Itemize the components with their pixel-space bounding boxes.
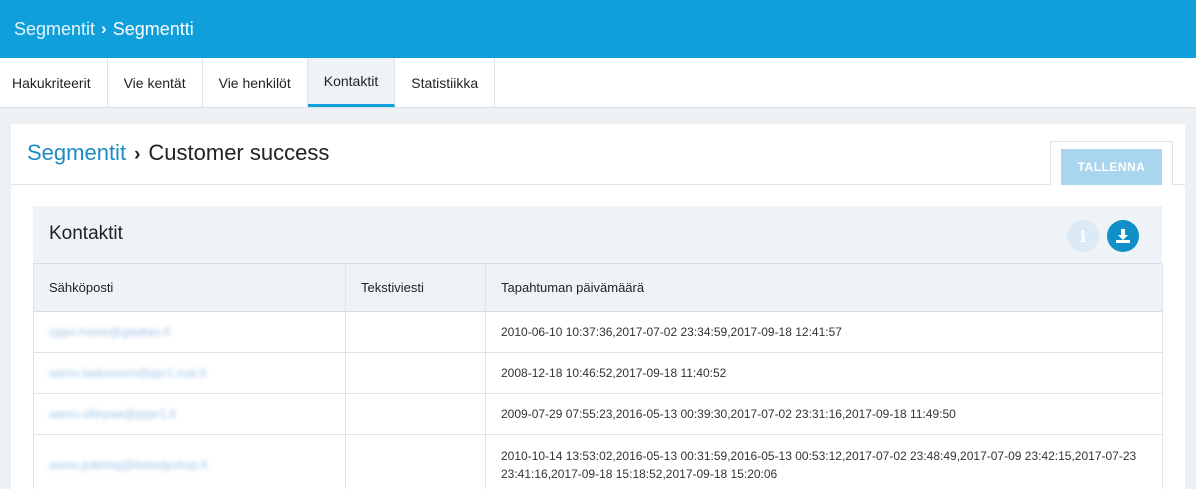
sms-cell <box>345 352 486 394</box>
column-header-sms[interactable]: Tekstiviesti <box>345 264 486 312</box>
topbar-crumb-segmentit[interactable]: Segmentit <box>14 19 95 40</box>
contacts-panel: Kontaktit i Sähköposti Tekstiviesti Tapa… <box>33 206 1163 489</box>
contacts-table: Sähköposti Tekstiviesti Tapahtuman päivä… <box>33 264 1163 489</box>
event-dates-cell: 2010-06-10 10:37:36,2017-07-02 23:34:59,… <box>485 311 1163 353</box>
table-row: aamo.julkinlaj@llettadyshop.fi 2010-10-1… <box>33 434 1163 489</box>
tab-hakukriteerit[interactable]: Hakukriteerit <box>0 58 108 107</box>
segment-name: Customer success <box>148 140 330 165</box>
chevron-right-icon: › <box>101 19 107 38</box>
event-dates-cell: 2010-10-14 13:53:02,2016-05-13 00:31:59,… <box>485 434 1163 489</box>
table-row: oppo.home@gladtan.fi 2010-06-10 10:37:36… <box>33 311 1163 353</box>
panel-header: Kontaktit i <box>33 206 1162 264</box>
tab-kontaktit[interactable]: Kontaktit <box>307 58 396 107</box>
card-header: Segmentit › Customer success TALLENNA <box>11 124 1185 186</box>
download-glyph <box>1116 229 1130 243</box>
email-cell: oppo.home@gladtan.fi <box>33 311 346 353</box>
download-icon[interactable] <box>1107 220 1139 252</box>
sms-cell <box>345 311 486 353</box>
save-tab: TALLENNA <box>1050 141 1173 186</box>
info-icon[interactable]: i <box>1067 220 1099 252</box>
table-row: aamo.ollinpaa@pppr1.fi 2009-07-29 07:55:… <box>33 393 1163 435</box>
breadcrumb-segmentit-link[interactable]: Segmentit <box>27 140 126 165</box>
tab-vie-kentat[interactable]: Vie kentät <box>107 58 203 107</box>
tab-vie-henkilot[interactable]: Vie henkilöt <box>202 58 308 107</box>
column-header-email[interactable]: Sähköposti <box>33 264 346 312</box>
table-row: aamo.laaksonen@ppr1.mat.fi 2008-12-18 10… <box>33 352 1163 394</box>
panel-title: Kontaktit <box>49 223 123 244</box>
event-dates-cell: 2009-07-29 07:55:23,2016-05-13 00:39:30,… <box>485 393 1163 435</box>
column-header-event-date[interactable]: Tapahtuman päivämäärä <box>485 264 1163 312</box>
sms-cell <box>345 393 486 435</box>
event-dates-cell: 2008-12-18 10:46:52,2017-09-18 11:40:52 <box>485 352 1163 394</box>
email-link[interactable]: aamo.julkinlaj@llettadyshop.fi <box>49 458 207 472</box>
email-link[interactable]: aamo.laaksonen@ppr1.mat.fi <box>49 366 206 380</box>
sms-cell <box>345 434 486 489</box>
tab-bar: Hakukriteerit Vie kentät Vie henkilöt Ko… <box>0 58 1196 108</box>
segment-card: Segmentit › Customer success TALLENNA Kont… <box>11 124 1185 489</box>
email-cell: aamo.julkinlaj@llettadyshop.fi <box>33 434 346 489</box>
email-cell: aamo.laaksonen@ppr1.mat.fi <box>33 352 346 394</box>
email-cell: aamo.ollinpaa@pppr1.fi <box>33 393 346 435</box>
email-link[interactable]: aamo.ollinpaa@pppr1.fi <box>49 407 176 421</box>
chevron-right-icon: › <box>134 144 141 165</box>
page-title: Segmentit › Customer success <box>27 140 329 166</box>
topbar-crumb-current: Segmentti <box>112 18 194 39</box>
tab-statistiikka[interactable]: Statistiikka <box>395 58 496 107</box>
email-link[interactable]: oppo.home@gladtan.fi <box>49 325 170 339</box>
save-button[interactable]: TALLENNA <box>1061 149 1162 185</box>
top-bar: Segmentit › Segmentti <box>0 0 1196 58</box>
